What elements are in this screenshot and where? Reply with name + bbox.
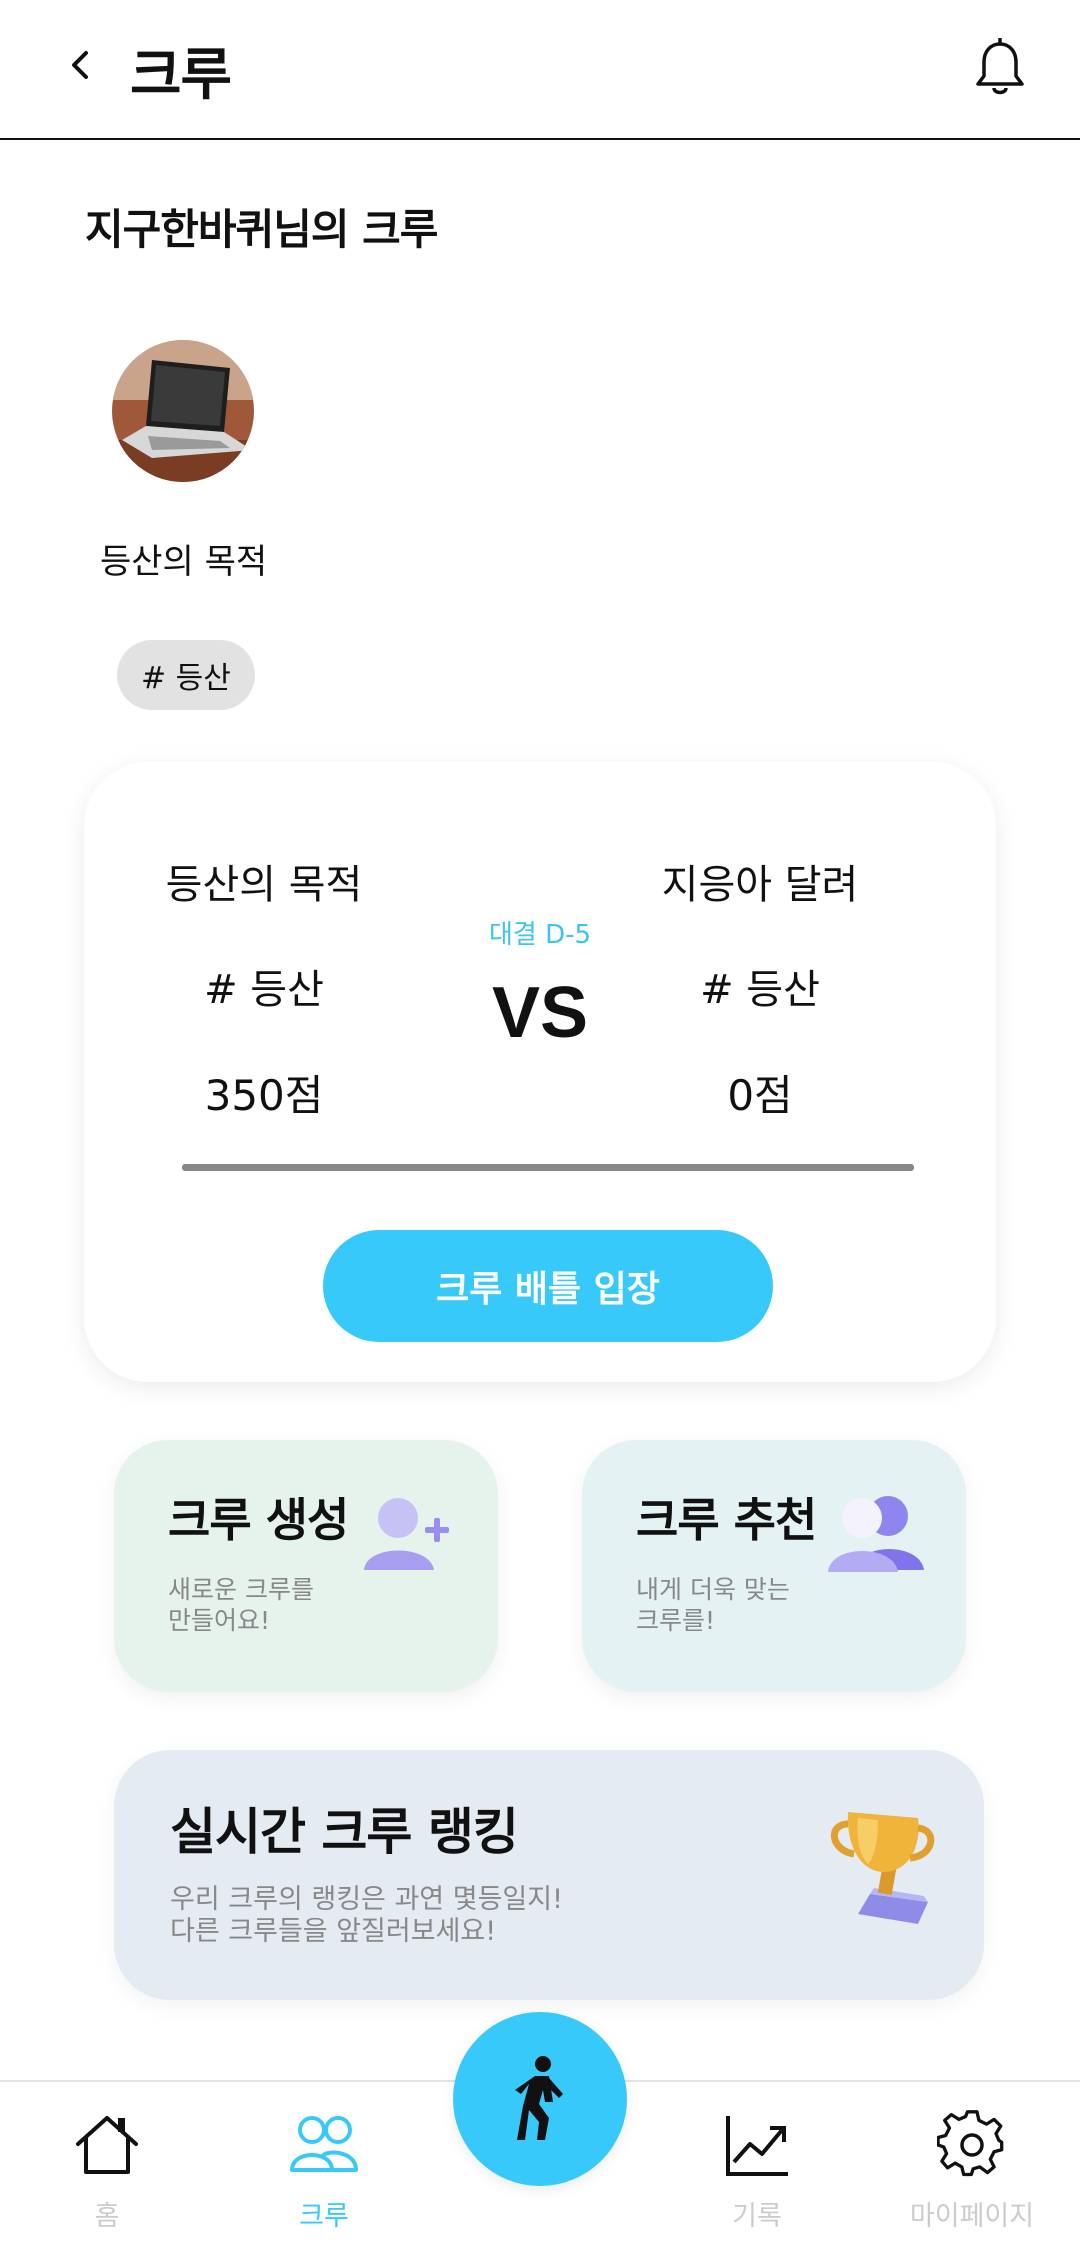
add-user-icon	[364, 1498, 449, 1570]
nav-label-records: 기록	[732, 2201, 782, 2232]
back-button[interactable]	[60, 40, 100, 90]
group-users-icon	[828, 1496, 924, 1572]
enter-battle-button[interactable]: 크루 배틀 입장	[323, 1230, 773, 1342]
nav-label-mypage: 마이페이지	[909, 2201, 1035, 2232]
trophy-icon	[830, 1812, 935, 1924]
recommend-crew-card[interactable]: 크루 추천 내게 더욱 맞는 크루를!	[582, 1440, 966, 1692]
nav-item-crew[interactable]: 크루	[244, 2110, 404, 2233]
top-bar: 크루	[0, 0, 1080, 140]
opponent-team-tag: # 등산	[700, 967, 820, 1013]
start-walk-button[interactable]	[453, 2012, 627, 2186]
nav-item-records[interactable]: 기록	[677, 2110, 837, 2233]
bell-icon	[976, 37, 1024, 95]
people-icon	[290, 2116, 358, 2172]
recommend-crew-desc: 내게 더욱 맞는 크루를!	[636, 1575, 790, 1635]
nav-item-mypage[interactable]: 마이페이지	[892, 2110, 1052, 2233]
chart-icon	[726, 2116, 788, 2176]
create-crew-desc: 새로운 크루를 만들어요!	[168, 1575, 314, 1635]
crew-owner-title: 지구한바퀴님의 크루	[85, 205, 438, 254]
ranking-desc: 우리 크루의 랭킹은 과연 몇등일지! 다른 크루들을 앞질러보세요!	[170, 1884, 563, 1947]
my-team-name: 등산의 목적	[165, 862, 363, 908]
create-crew-title: 크루 생성	[168, 1493, 349, 1547]
score-divider	[182, 1164, 914, 1171]
notification-button[interactable]	[970, 37, 1030, 100]
ranking-title: 실시간 크루 랭킹	[170, 1803, 519, 1861]
crew-tag: # 등산	[117, 640, 255, 710]
crew-avatar[interactable]	[112, 340, 254, 482]
chevron-left-icon	[72, 51, 88, 79]
nav-label-crew: 크루	[299, 2201, 349, 2232]
opponent-team-score: 0점	[727, 1071, 793, 1120]
recommend-crew-title: 크루 추천	[636, 1493, 817, 1547]
crew-ranking-card[interactable]: 실시간 크루 랭킹 우리 크루의 랭킹은 과연 몇등일지! 다른 크루들을 앞질…	[114, 1750, 984, 2000]
create-crew-card[interactable]: 크루 생성 새로운 크루를 만들어요!	[114, 1440, 498, 1692]
opponent-team-name: 지응아 달려	[661, 862, 859, 908]
home-icon	[76, 2116, 138, 2174]
page-title: 크루	[130, 43, 232, 108]
crew-name: 등산의 목적	[100, 542, 268, 582]
nav-item-home[interactable]: 홈	[27, 2110, 187, 2233]
opponent-team: 지응아 달려 # 등산 0점	[610, 852, 910, 1122]
my-team-score: 350점	[204, 1071, 324, 1120]
walking-icon	[515, 2056, 563, 2140]
crew-battle-card: 등산의 목적 # 등산 350점 대결 D-5 VS 지응아 달려 # 등산 0…	[84, 762, 996, 1382]
gear-icon	[936, 2110, 1004, 2177]
nav-label-home: 홈	[94, 2201, 120, 2232]
